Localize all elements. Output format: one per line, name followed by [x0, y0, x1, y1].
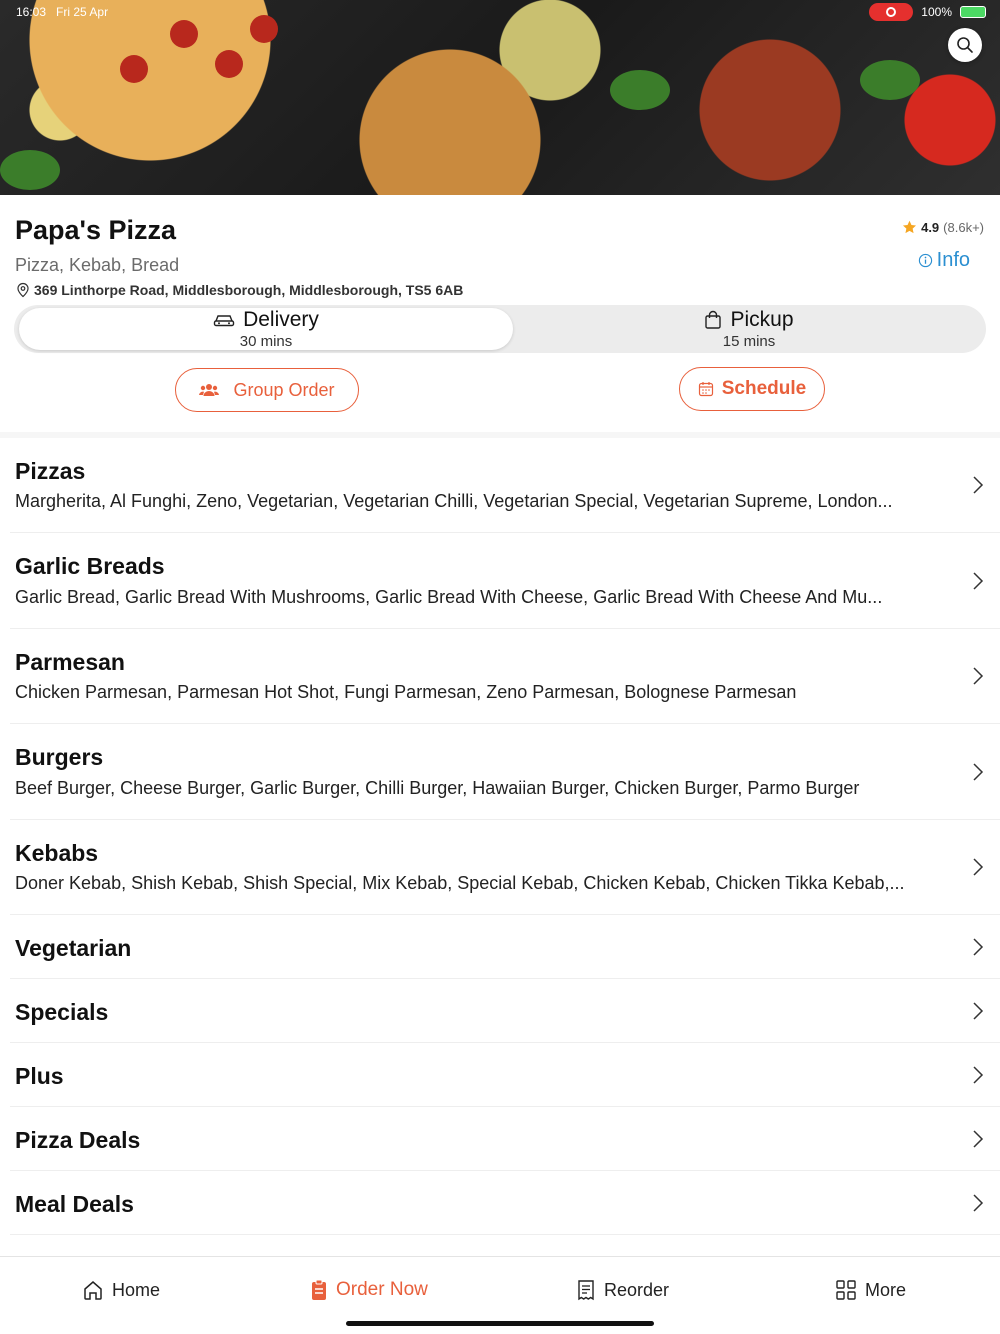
- status-time: 16:03: [16, 5, 47, 19]
- home-indicator: [346, 1321, 654, 1326]
- hero-image: 16:03 Fri 25 Apr 100%: [0, 0, 1000, 195]
- category-title: Meal Deals: [15, 1191, 134, 1217]
- screen-record-icon: [869, 3, 914, 21]
- info-link[interactable]: Info: [918, 249, 970, 272]
- category-title: Pizza Deals: [15, 1127, 141, 1153]
- nav-reorder-label: Reorder: [604, 1279, 670, 1300]
- status-bar: 16:03 Fri 25 Apr 100%: [16, 3, 986, 21]
- category-row-pizzas[interactable]: Pizzas Margherita, Al Funghi, Zeno, Vege…: [0, 438, 1000, 533]
- category-row-specials[interactable]: Specials: [0, 979, 1000, 1043]
- battery-icon: [960, 6, 986, 18]
- nav-reorder[interactable]: Reorder: [576, 1279, 669, 1301]
- chevron-right-icon: [973, 1194, 984, 1212]
- category-row-meal-deals[interactable]: Meal Deals: [0, 1171, 1000, 1235]
- grid-icon: [836, 1280, 856, 1300]
- rating-value: 4.9: [921, 220, 940, 235]
- category-title: Burgers: [15, 744, 104, 770]
- pickup-time: 15 mins: [722, 333, 776, 350]
- pickup-label: Pickup: [730, 308, 794, 331]
- chevron-right-icon: [973, 858, 984, 876]
- chevron-right-icon: [973, 1066, 984, 1084]
- search-button[interactable]: [948, 28, 982, 62]
- nav-home-label: Home: [112, 1279, 161, 1300]
- schedule-button[interactable]: Schedule: [679, 367, 825, 411]
- category-title: Vegetarian: [15, 935, 132, 961]
- car-icon: [213, 315, 235, 327]
- bag-icon: [705, 310, 722, 329]
- category-title: Kebabs: [15, 840, 99, 866]
- rating-count: (8.6k+): [943, 220, 984, 235]
- category-title: Pizzas: [15, 458, 86, 484]
- info-icon: [918, 253, 932, 268]
- nav-order-now-label: Order Now: [336, 1279, 428, 1300]
- group-icon: [199, 384, 220, 396]
- group-order-button[interactable]: Group Order: [175, 368, 359, 412]
- chevron-right-icon: [973, 938, 984, 956]
- nav-more-label: More: [865, 1279, 907, 1300]
- chevron-right-icon: [973, 572, 984, 590]
- category-row-pizza-deals[interactable]: Pizza Deals: [0, 1107, 1000, 1171]
- chevron-right-icon: [973, 763, 984, 781]
- search-icon: [957, 37, 973, 53]
- category-title: Garlic Breads: [15, 553, 165, 579]
- row-divider: [10, 1234, 1000, 1235]
- category-items: Chicken Parmesan, Parmesan Hot Shot, Fun…: [15, 682, 797, 702]
- category-row-parmesan[interactable]: Parmesan Chicken Parmesan, Parmesan Hot …: [0, 629, 1000, 724]
- calendar-icon: [698, 382, 713, 397]
- category-items: Beef Burger, Cheese Burger, Garlic Burge…: [15, 778, 860, 798]
- chevron-right-icon: [973, 476, 984, 494]
- nav-order-now[interactable]: Order Now: [310, 1279, 428, 1301]
- nav-home[interactable]: Home: [82, 1279, 160, 1301]
- category-items: Garlic Bread, Garlic Bread With Mushroom…: [15, 587, 883, 607]
- battery-percent: 100%: [921, 5, 952, 19]
- category-title: Specials: [15, 999, 109, 1025]
- restaurant-rating: 4.9 (8.6k+): [902, 220, 984, 235]
- category-items: Margherita, Al Funghi, Zeno, Vegetarian,…: [15, 491, 893, 511]
- category-row-kebabs[interactable]: Kebabs Doner Kebab, Shish Kebab, Shish S…: [0, 820, 1000, 915]
- fulfilment-toggle: Delivery 30 mins Pickup 15 mins: [14, 305, 986, 353]
- address-text: 369 Linthorpe Road, Middlesborough, Midd…: [34, 282, 464, 298]
- home-icon: [84, 1281, 102, 1300]
- category-title: Parmesan: [15, 649, 125, 675]
- info-label: Info: [936, 249, 970, 271]
- chevron-right-icon: [973, 667, 984, 685]
- category-items: Doner Kebab, Shish Kebab, Shish Special,…: [15, 873, 905, 893]
- restaurant-name: Papa's Pizza: [15, 215, 176, 245]
- pickup-option[interactable]: Pickup 15 mins: [514, 308, 984, 350]
- delivery-time: 30 mins: [239, 333, 293, 350]
- order-icon: [312, 1279, 326, 1300]
- schedule-label: Schedule: [721, 378, 807, 399]
- receipt-icon: [578, 1280, 594, 1301]
- delivery-option[interactable]: Delivery 30 mins: [19, 308, 513, 350]
- chevron-right-icon: [973, 1002, 984, 1020]
- restaurant-address: 369 Linthorpe Road, Middlesborough, Midd…: [15, 282, 463, 298]
- star-icon: [903, 220, 917, 234]
- category-title: Plus: [15, 1063, 64, 1089]
- location-pin-icon: [17, 282, 29, 298]
- restaurant-cuisine: Pizza, Kebab, Bread: [15, 255, 180, 275]
- group-order-label: Group Order: [233, 379, 335, 400]
- category-row-vegetarian[interactable]: Vegetarian: [0, 915, 1000, 979]
- delivery-label: Delivery: [243, 308, 319, 331]
- category-row-garlic-breads[interactable]: Garlic Breads Garlic Bread, Garlic Bread…: [0, 533, 1000, 629]
- status-date: Fri 25 Apr: [56, 5, 109, 19]
- category-row-plus[interactable]: Plus: [0, 1043, 1000, 1107]
- nav-more[interactable]: More: [835, 1279, 906, 1301]
- chevron-right-icon: [973, 1130, 984, 1148]
- category-row-burgers[interactable]: Burgers Beef Burger, Cheese Burger, Garl…: [0, 724, 1000, 820]
